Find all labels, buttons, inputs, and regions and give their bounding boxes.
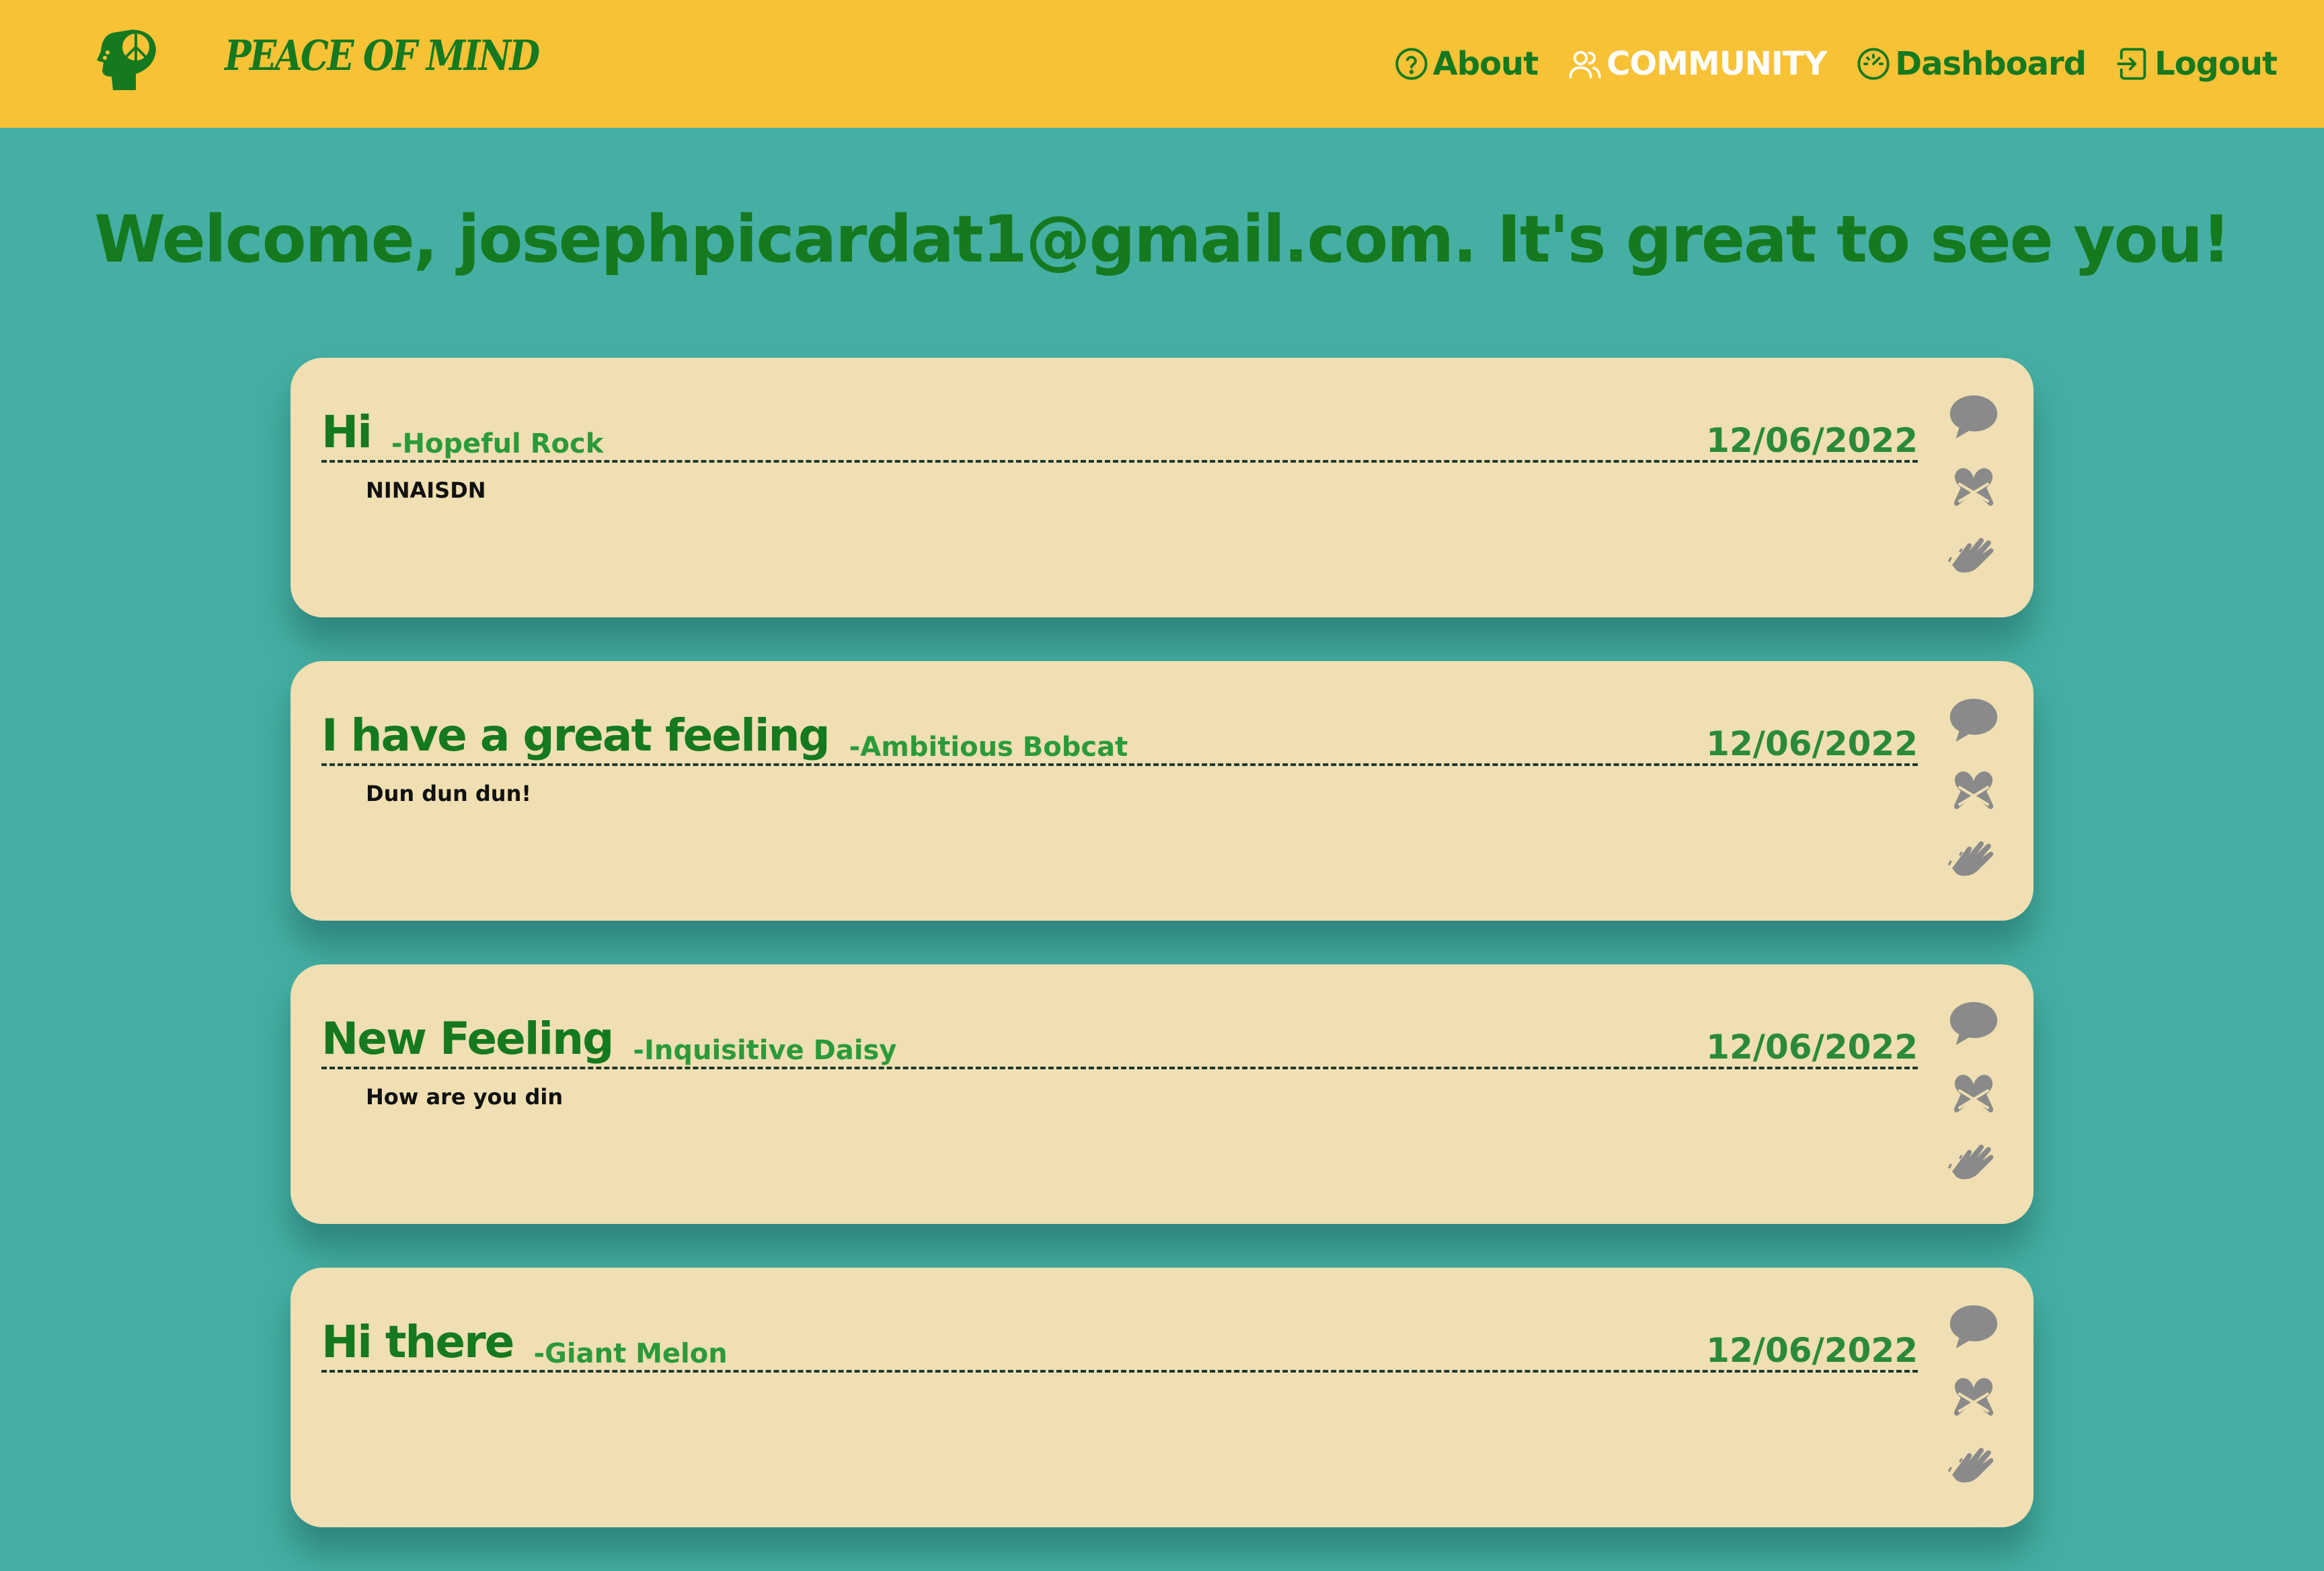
nav-logout-link[interactable]: Logout xyxy=(2116,45,2278,83)
nav-community-label: COMMUNITY xyxy=(1606,45,1827,83)
post-header: I have a great feeling -Ambitious Bobcat… xyxy=(321,692,1918,766)
app-logo-text[interactable]: PEACE OF MIND xyxy=(225,31,540,80)
post-date: 12/06/2022 xyxy=(1706,421,1918,460)
peace-head-logo-icon[interactable] xyxy=(95,26,163,93)
question-circle-icon xyxy=(1395,48,1428,80)
clap-icon xyxy=(1947,841,1994,876)
hug-button[interactable] xyxy=(1946,1065,2001,1119)
comment-icon xyxy=(1949,699,1998,742)
post-actions xyxy=(1943,997,2004,1188)
nav-dashboard-label: Dashboard xyxy=(1895,45,2087,83)
comment-button[interactable] xyxy=(1946,997,2001,1050)
welcome-heading: Welcome, josephpicardat1@gmail.com. It's… xyxy=(94,202,2231,277)
post-card: Hi there -Giant Melon 12/06/2022 xyxy=(290,1268,2034,1527)
post-date: 12/06/2022 xyxy=(1706,1028,1918,1067)
nav-logout-label: Logout xyxy=(2154,45,2278,83)
logout-icon xyxy=(2117,48,2146,80)
clap-button[interactable] xyxy=(1946,527,2001,581)
post-actions xyxy=(1943,390,2004,581)
post-author: -Inquisitive Daisy xyxy=(633,1035,897,1066)
comment-button[interactable] xyxy=(1946,1300,2001,1354)
post-date: 12/06/2022 xyxy=(1706,1331,1918,1370)
post-author: -Hopeful Rock xyxy=(391,428,604,459)
comment-icon xyxy=(1949,1002,1998,1045)
post-title: I have a great feeling xyxy=(321,710,830,761)
nav-dashboard-link[interactable]: Dashboard xyxy=(1856,45,2087,83)
post-title: New Feeling xyxy=(321,1013,614,1065)
navbar: PEACE OF MIND About COMMUNITY Dashboard … xyxy=(0,0,2324,128)
post-body: How are you din xyxy=(366,1084,564,1110)
post-body: Dun dun dun! xyxy=(366,781,531,806)
post-title: Hi xyxy=(321,406,373,458)
clap-button[interactable] xyxy=(1946,1134,2001,1188)
post-body: NINAISDN xyxy=(366,477,486,503)
posts-feed: Hi -Hopeful Rock 12/06/2022 NINAISDN I h… xyxy=(290,358,2034,1571)
post-actions xyxy=(1943,1300,2004,1491)
hug-button[interactable] xyxy=(1946,762,2001,816)
hug-icon xyxy=(1953,1075,1994,1113)
hug-icon xyxy=(1953,771,1994,810)
comment-icon xyxy=(1949,395,1998,438)
clap-icon xyxy=(1947,1144,1994,1180)
post-header: Hi -Hopeful Rock 12/06/2022 xyxy=(321,389,1918,463)
hug-button[interactable] xyxy=(1946,1369,2001,1422)
post-author: -Ambitious Bobcat xyxy=(849,732,1128,763)
comment-button[interactable] xyxy=(1946,390,2001,444)
post-card: New Feeling -Inquisitive Daisy 12/06/202… xyxy=(290,964,2034,1224)
clap-icon xyxy=(1947,1447,1994,1483)
post-date: 12/06/2022 xyxy=(1706,724,1918,763)
post-actions xyxy=(1943,693,2004,884)
hug-icon xyxy=(1953,468,1994,506)
gauge-icon xyxy=(1857,48,1890,80)
nav-community-link[interactable]: COMMUNITY xyxy=(1567,45,1827,83)
comment-button[interactable] xyxy=(1946,693,2001,747)
hug-icon xyxy=(1953,1378,1994,1416)
post-header: New Feeling -Inquisitive Daisy 12/06/202… xyxy=(321,995,1918,1069)
post-title: Hi there xyxy=(321,1316,514,1368)
clap-button[interactable] xyxy=(1946,831,2001,884)
post-author: -Giant Melon xyxy=(533,1338,728,1369)
post-header: Hi there -Giant Melon 12/06/2022 xyxy=(321,1299,1918,1373)
comment-icon xyxy=(1949,1305,1998,1348)
post-card: I have a great feeling -Ambitious Bobcat… xyxy=(290,661,2034,921)
post-card: Hi -Hopeful Rock 12/06/2022 NINAISDN xyxy=(290,358,2034,617)
hug-button[interactable] xyxy=(1946,459,2001,512)
nav-about-link[interactable]: About xyxy=(1394,45,1539,83)
users-icon xyxy=(1569,50,1601,79)
clap-button[interactable] xyxy=(1946,1437,2001,1491)
clap-icon xyxy=(1947,537,1994,573)
nav-about-label: About xyxy=(1432,45,1539,83)
nav-links: About COMMUNITY Dashboard Logout xyxy=(1394,0,2278,128)
